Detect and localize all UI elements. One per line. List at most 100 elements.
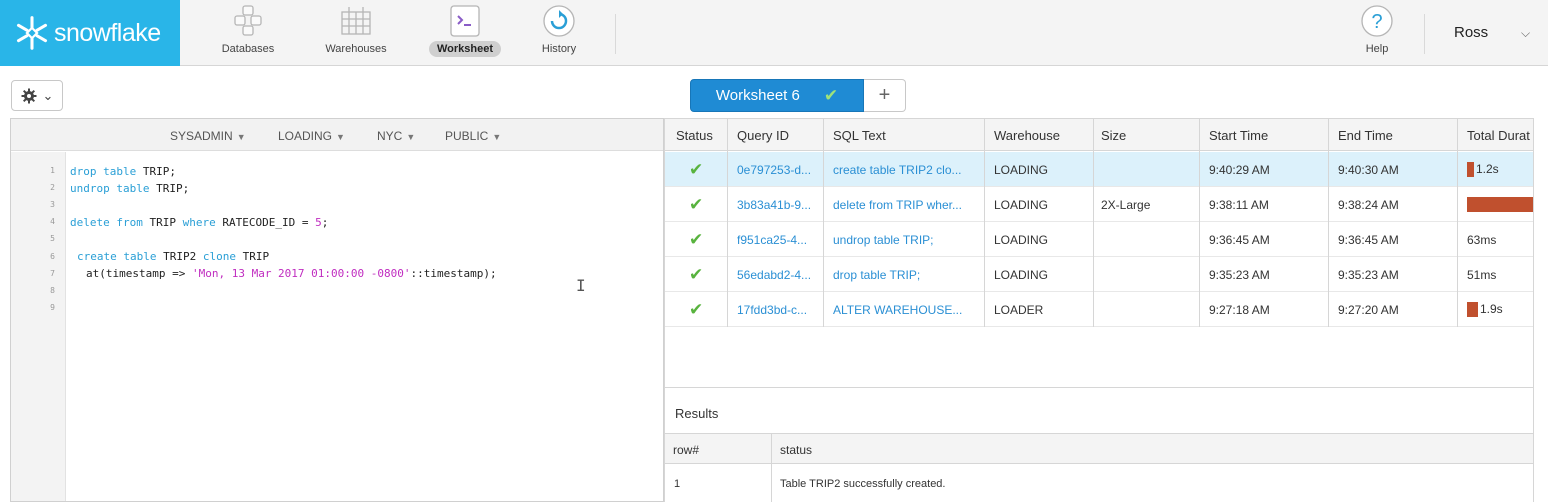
result-row-number: 1 — [674, 478, 681, 490]
user-menu-name[interactable]: Ross — [1454, 24, 1488, 41]
column-divider — [771, 433, 772, 502]
query-history-table: Status Query ID SQL Text Warehouse Size … — [664, 118, 1534, 388]
warehouse-selector[interactable]: LOADING ▼ — [278, 129, 345, 143]
nav-label: History — [541, 43, 577, 55]
warehouse-cell: LOADING — [994, 233, 1049, 247]
history-row[interactable]: ✔ 56edabd2-4... drop table TRIP; LOADING… — [665, 257, 1533, 292]
context-bar: SYSADMIN ▼ LOADING ▼ NYC ▼ PUBLIC ▼ — [11, 119, 663, 151]
sql-number: 5 — [315, 216, 322, 229]
help-icon: ? — [1361, 5, 1393, 37]
column-header-row-number[interactable]: row# — [673, 443, 699, 457]
column-divider — [1093, 119, 1094, 327]
duration-cell: 1.9s — [1467, 302, 1503, 318]
role-selector[interactable]: SYSADMIN ▼ — [170, 129, 246, 143]
query-id-link[interactable]: 3b83a41b-9... — [737, 198, 811, 212]
column-header-size[interactable]: Size — [1101, 128, 1126, 143]
results-title: Results — [675, 406, 719, 421]
code-line-6[interactable]: create table TRIP2 clone TRIP — [77, 250, 269, 263]
code-line-1[interactable]: drop table TRIP; — [70, 165, 176, 178]
column-header-query-id[interactable]: Query ID — [737, 128, 789, 143]
success-check-icon: ✔ — [689, 230, 704, 249]
column-header-warehouse[interactable]: Warehouse — [994, 128, 1060, 143]
sql-text-link[interactable]: create table TRIP2 clo... — [833, 163, 962, 177]
success-check-icon: ✔ — [689, 195, 704, 214]
worksheet-tabs: Worksheet 6 ✔ + — [690, 79, 906, 112]
code-line-4[interactable]: delete from TRIP where RATECODE_ID = 5; — [70, 216, 328, 229]
start-time-cell: 9:35:23 AM — [1209, 268, 1270, 282]
column-divider — [727, 119, 728, 327]
code-line-7[interactable]: at(timestamp => 'Mon, 13 Mar 2017 01:00:… — [86, 267, 497, 280]
sql-keyword: undrop table — [70, 182, 150, 195]
snowflake-logo[interactable]: snowflake — [0, 0, 180, 66]
role-value: SYSADMIN — [170, 129, 233, 143]
add-worksheet-button[interactable]: + — [864, 79, 906, 112]
caret-down-icon: ▼ — [336, 132, 345, 142]
warehouse-cell: LOADING — [994, 268, 1049, 282]
nav-worksheet[interactable]: Worksheet — [420, 4, 510, 62]
history-row[interactable]: ✔ 0e797253-d... create table TRIP2 clo..… — [665, 152, 1533, 187]
sql-text-link[interactable]: undrop table TRIP; — [833, 233, 934, 247]
column-divider — [823, 119, 824, 327]
sql-keyword: drop table — [70, 165, 137, 178]
sql-keyword: clone — [202, 250, 236, 263]
nav-label: Databases — [221, 43, 275, 55]
query-id-link[interactable]: 56edabd2-4... — [737, 268, 811, 282]
code-line-2[interactable]: undrop table TRIP; — [70, 182, 189, 195]
sql-editor-panel: SYSADMIN ▼ LOADING ▼ NYC ▼ PUBLIC ▼ 1 2 3 4 … — [10, 118, 664, 502]
top-navigation-bar: snowflake Databases Warehouses Worksheet… — [0, 0, 1548, 66]
schema-selector[interactable]: PUBLIC ▼ — [445, 129, 501, 143]
nav-warehouses[interactable]: Warehouses — [311, 4, 401, 62]
chevron-down-icon[interactable]: ⌵ — [1521, 26, 1530, 41]
chevron-down-icon: ⌄ — [42, 87, 54, 103]
worksheet-settings-button[interactable]: ⌄ — [11, 80, 63, 111]
column-divider — [1199, 119, 1200, 327]
sql-text-link[interactable]: ALTER WAREHOUSE... — [833, 303, 962, 317]
history-header-row: Status Query ID SQL Text Warehouse Size … — [665, 119, 1533, 151]
column-header-status[interactable]: status — [780, 443, 812, 457]
start-time-cell: 9:36:45 AM — [1209, 233, 1270, 247]
duration-cell: 1.2s — [1467, 162, 1499, 178]
sql-text-link[interactable]: drop table TRIP; — [833, 268, 920, 282]
nav-databases[interactable]: Databases — [203, 4, 293, 62]
nav-label: Help — [1365, 43, 1389, 55]
line-number: 7 — [50, 269, 55, 278]
schema-value: PUBLIC — [445, 129, 489, 143]
query-id-link[interactable]: 17fdd3bd-c... — [737, 303, 807, 317]
history-row[interactable]: ✔ 3b83a41b-9... delete from TRIP wher...… — [665, 187, 1533, 222]
nav-history[interactable]: History — [514, 4, 604, 62]
query-id-link[interactable]: 0e797253-d... — [737, 163, 811, 177]
sql-text: RATECODE_ID = — [215, 216, 316, 229]
sql-keyword: where — [182, 216, 216, 229]
end-time-cell: 9:35:23 AM — [1338, 268, 1399, 282]
end-time-cell: 9:36:45 AM — [1338, 233, 1399, 247]
column-header-start-time[interactable]: Start Time — [1209, 128, 1268, 143]
sql-keyword: create table — [77, 250, 157, 263]
worksheet-tab-active[interactable]: Worksheet 6 ✔ — [690, 79, 864, 112]
nav-help[interactable]: ? Help — [1332, 4, 1422, 62]
line-number: 3 — [50, 200, 55, 209]
history-row[interactable]: ✔ f951ca25-4... undrop table TRIP; LOADI… — [665, 222, 1533, 257]
line-number-gutter: 1 2 3 4 5 6 7 8 9 — [11, 152, 66, 501]
success-check-icon: ✔ — [689, 265, 704, 284]
sql-string: 'Mon, 13 Mar 2017 01:00:00 -0800' — [191, 267, 411, 280]
database-selector[interactable]: NYC ▼ — [377, 129, 415, 143]
result-status-text[interactable]: Table TRIP2 successfully created. — [780, 478, 945, 490]
nav-label: Worksheet — [428, 41, 502, 57]
column-header-status[interactable]: Status — [676, 128, 713, 143]
database-value: NYC — [377, 129, 403, 143]
column-divider — [1328, 119, 1329, 327]
query-id-link[interactable]: f951ca25-4... — [737, 233, 807, 247]
history-row[interactable]: ✔ 17fdd3bd-c... ALTER WAREHOUSE... LOADE… — [665, 292, 1533, 327]
column-header-sql-text[interactable]: SQL Text — [833, 128, 886, 143]
caret-down-icon: ▼ — [492, 132, 502, 142]
duration-bar — [1467, 197, 1533, 213]
sql-text: at(timestamp => — [86, 267, 192, 280]
snowflake-icon — [16, 16, 48, 50]
size-cell: 2X-Large — [1101, 198, 1151, 212]
column-header-end-time[interactable]: End Time — [1338, 128, 1393, 143]
sql-text: TRIP — [235, 250, 270, 263]
line-number: 6 — [50, 252, 55, 261]
end-time-cell: 9:40:30 AM — [1338, 163, 1399, 177]
sql-text-link[interactable]: delete from TRIP wher... — [833, 198, 962, 212]
column-header-total-duration[interactable]: Total Durat — [1467, 128, 1530, 143]
